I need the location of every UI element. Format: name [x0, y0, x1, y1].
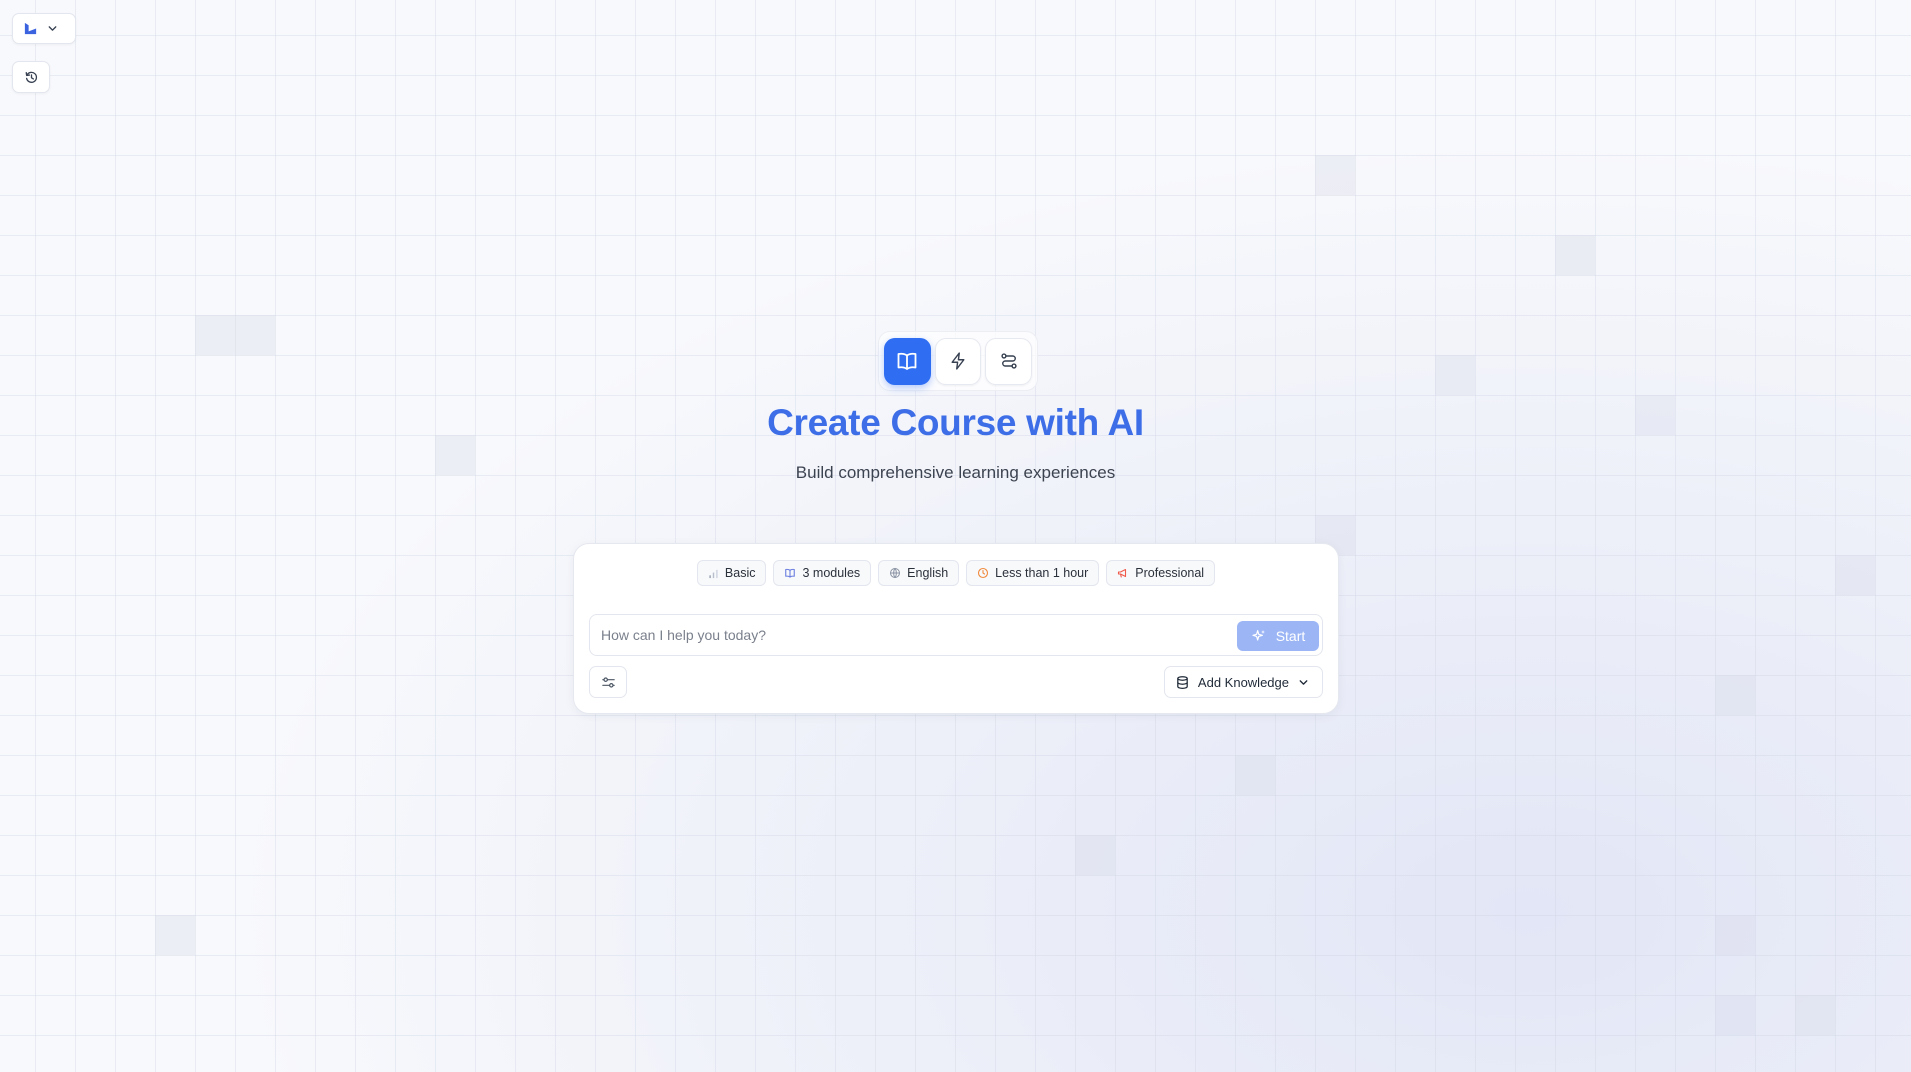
grid-shade — [1795, 995, 1835, 1035]
chip-label: 3 modules — [802, 566, 861, 580]
grid-shade — [1235, 755, 1275, 795]
chip-tone[interactable]: Professional — [1106, 560, 1216, 586]
globe-icon — [889, 567, 901, 579]
grid-shade — [1715, 915, 1755, 955]
mode-quick-button[interactable] — [934, 337, 982, 385]
course-composer: Basic 3 modules English Less than 1 hour… — [573, 543, 1339, 714]
add-knowledge-label: Add Knowledge — [1197, 674, 1289, 690]
book-icon — [784, 567, 796, 579]
grid-shade — [155, 915, 195, 955]
history-button[interactable] — [12, 61, 50, 93]
chevron-down-icon — [1297, 676, 1310, 689]
grid-shade — [1555, 235, 1595, 275]
mode-course-button[interactable] — [884, 337, 931, 385]
workspace-switcher[interactable] — [12, 13, 76, 44]
chip-label: Less than 1 hour — [995, 566, 1089, 580]
start-label: Start — [1275, 628, 1306, 644]
route-icon — [999, 351, 1019, 371]
sliders-icon — [601, 675, 616, 690]
add-knowledge-button[interactable]: Add Knowledge — [1163, 666, 1323, 698]
chevron-down-icon — [46, 22, 59, 35]
grid-shade — [1835, 555, 1875, 595]
sparkles-icon — [1251, 628, 1267, 644]
chip-duration[interactable]: Less than 1 hour — [966, 560, 1100, 586]
grid-shade — [195, 315, 235, 355]
mode-workflow-button[interactable] — [985, 337, 1033, 385]
brand-logo-icon — [23, 21, 38, 36]
page-title: Create Course with AI — [767, 402, 1144, 443]
chip-label: Professional — [1135, 566, 1205, 580]
history-icon — [24, 70, 39, 85]
chip-language[interactable]: English — [878, 560, 960, 586]
mode-switcher — [878, 331, 1038, 391]
chip-label: Basic — [724, 566, 756, 580]
grid-shade — [1435, 355, 1475, 395]
database-icon — [1175, 675, 1190, 690]
grid-shade — [1715, 995, 1755, 1035]
lightning-icon — [948, 351, 968, 371]
start-button[interactable]: Start — [1237, 621, 1319, 651]
book-open-icon — [895, 349, 919, 373]
chip-level[interactable]: Basic — [696, 560, 767, 586]
grid-shade — [1715, 675, 1755, 715]
settings-button[interactable] — [589, 666, 627, 698]
grid-shade — [1315, 155, 1355, 195]
bar-chart-icon — [708, 568, 719, 579]
page-subtitle: Build comprehensive learning experiences — [795, 463, 1116, 482]
grid-shade — [1075, 835, 1115, 875]
clock-icon — [977, 567, 989, 579]
course-options: Basic 3 modules English Less than 1 hour… — [574, 560, 1338, 586]
chip-modules[interactable]: 3 modules — [773, 560, 872, 586]
prompt-input[interactable] — [590, 615, 1210, 655]
megaphone-icon — [1117, 567, 1129, 579]
prompt-box: Start — [589, 614, 1323, 656]
grid-shade — [235, 315, 275, 355]
chip-label: English — [907, 566, 949, 580]
